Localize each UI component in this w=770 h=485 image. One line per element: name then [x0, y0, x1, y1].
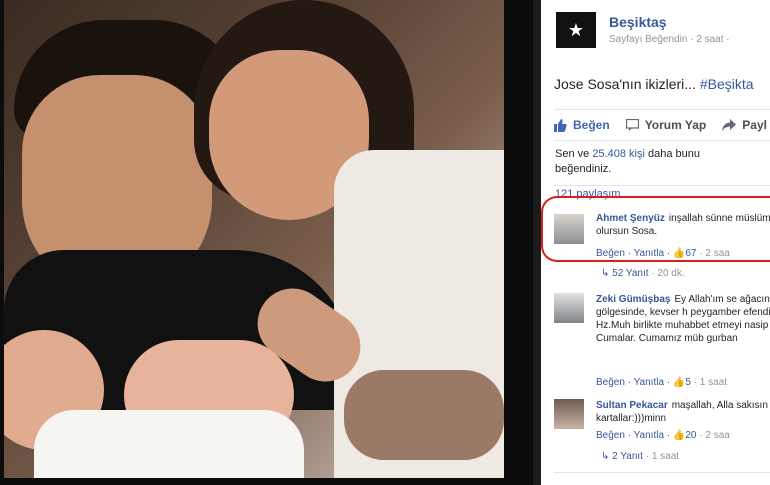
view-replies-link[interactable]: ↳ 2 Yanıt · 1 saat: [601, 451, 679, 462]
post-text-body: Jose Sosa'nın ikizleri...: [554, 76, 700, 92]
comment-button[interactable]: Yorum Yap: [625, 118, 707, 132]
replies-time: · 20 dk.: [648, 268, 685, 279]
thumbs-up-icon: [554, 118, 567, 132]
likes-summary: Sen ve 25.408 kişi daha bunu beğendiniz.: [555, 147, 745, 177]
comment-actions: Beğen · Yanıtla · 👍5 · 1 saat: [596, 377, 727, 388]
post-actions-bar: Beğen Yorum Yap Payl: [554, 116, 770, 134]
comment-author-link[interactable]: Zeki Gümüşbaş: [596, 294, 670, 305]
comment-like-count[interactable]: 20: [685, 430, 696, 441]
share-arrow-icon: [722, 119, 737, 131]
divider: [554, 472, 770, 473]
comment-time: · 1 saat: [690, 377, 728, 388]
likes-count-link[interactable]: 25.408: [592, 148, 626, 160]
speech-bubble-icon: [625, 119, 639, 131]
page-name-link[interactable]: Beşiktaş: [609, 14, 667, 30]
view-replies-link[interactable]: ↳ 52 Yanıt · 20 dk.: [601, 268, 685, 279]
reply-arrow-icon: ↳: [601, 268, 613, 279]
thumbs-up-icon: 👍: [672, 377, 686, 388]
comment-time: · 2 saa: [696, 430, 730, 441]
avatar[interactable]: [554, 293, 584, 323]
post-text: Jose Sosa'nın ikizleri... #Beşikta: [554, 76, 754, 92]
highlight-annotation: [541, 196, 770, 262]
comment-body: Sultan Pekacarmaşallah, Alla sakısın yav…: [596, 399, 770, 425]
replies-count: 2 Yanıt: [612, 451, 643, 462]
replies-time: · 1 saat: [642, 451, 680, 462]
likes-people-link[interactable]: kişi: [626, 148, 645, 160]
photo-arm-tattoo: [344, 370, 504, 460]
post-photo-panel: [0, 0, 533, 485]
avatar[interactable]: [554, 399, 584, 429]
divider: [554, 109, 770, 110]
divider: [554, 140, 770, 141]
likes-summary-prefix: Sen ve: [555, 148, 593, 160]
besiktas-eagle-icon[interactable]: ★: [556, 12, 596, 48]
comment-like-reply-links[interactable]: Beğen · Yanıtla ·: [596, 377, 673, 388]
like-button[interactable]: Beğen: [554, 118, 610, 132]
hashtag-link[interactable]: #Beşikta: [700, 76, 754, 92]
comment-button-label: Yorum Yap: [644, 118, 707, 132]
share-button-label: Payl: [742, 118, 767, 132]
page-meta: Sayfayı Beğendin · 2 saat ·: [609, 34, 730, 45]
reply-arrow-icon: ↳: [601, 451, 613, 462]
like-button-label: Beğen: [573, 118, 610, 132]
comment-actions: Beğen · Yanıtla · 👍20 · 2 saa: [596, 430, 730, 441]
comment-like-reply-links[interactable]: Beğen · Yanıtla ·: [596, 430, 673, 441]
comment-body: Zeki GümüşbaşEy Allah'ım se ağacının göl…: [596, 293, 770, 345]
post-photo[interactable]: [4, 0, 504, 478]
replies-count: 52 Yanıt: [612, 268, 649, 279]
thumbs-up-icon: 👍: [672, 430, 686, 441]
comment-author-link[interactable]: Sultan Pekacar: [596, 400, 668, 411]
photo-blanket: [34, 410, 304, 478]
photo-divider: [533, 0, 541, 485]
divider: [554, 185, 770, 186]
share-button[interactable]: Payl: [722, 118, 767, 132]
